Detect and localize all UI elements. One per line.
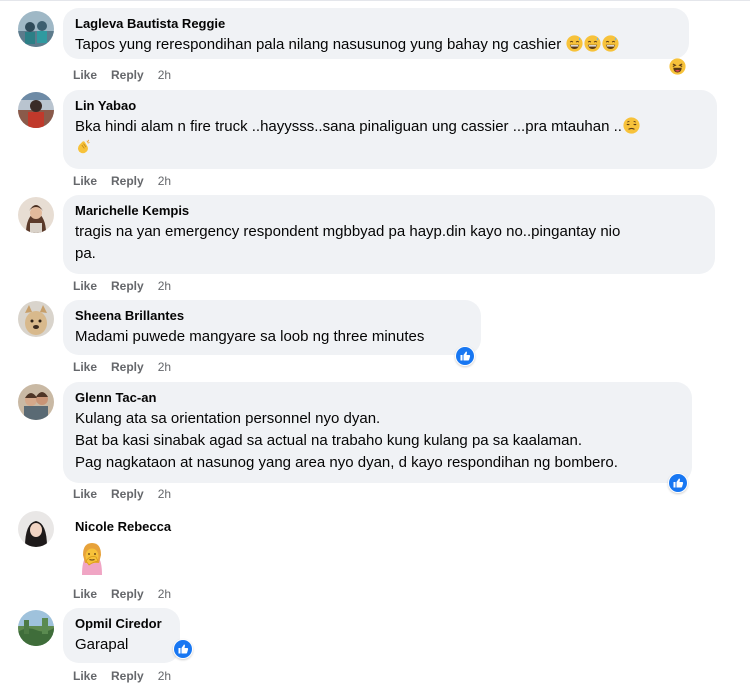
face-palm-emoji	[75, 541, 109, 575]
comment-text: tragis na yan emergency respondent mgbby…	[75, 223, 621, 262]
grinning-sweat-emoji	[566, 35, 583, 52]
comment-bubble: Marichelle Kempis tragis na yan emergenc…	[63, 195, 715, 274]
comment-text: Bka hindi alam n fire truck ..hayysss..s…	[75, 116, 705, 160]
comment-bubble: Glenn Tac-an Kulang ata sa orientation p…	[63, 382, 692, 483]
like-button[interactable]: Like	[73, 487, 97, 501]
comment-author[interactable]: Sheena Brillantes	[75, 307, 469, 324]
comment-actions: Like Reply 2h	[73, 486, 171, 502]
comment-author[interactable]: Lagleva Bautista Reggie	[75, 15, 677, 32]
comment-header: Nicole Rebecca	[75, 518, 171, 575]
comment-author[interactable]: Nicole Rebecca	[75, 518, 171, 535]
comment-text: Kulang ata sa orientation personnel nyo …	[75, 410, 618, 471]
comment-text: Tapos yung rerespondihan pala nilang nas…	[75, 34, 677, 56]
comment-actions: Like Reply 2h	[73, 359, 171, 375]
downcast-face-emoji	[623, 117, 640, 134]
comment-author[interactable]: Marichelle Kempis	[75, 202, 703, 219]
comment-bubble: Opmil Ciredor Garapal	[63, 608, 180, 663]
comment-author[interactable]: Lin Yabao	[75, 97, 705, 114]
comment-bubble: Lin Yabao Bka hindi alam n fire truck ..…	[63, 90, 717, 169]
like-button[interactable]: Like	[73, 174, 97, 188]
like-reaction-icon[interactable]	[668, 473, 688, 493]
comment-timestamp[interactable]: 2h	[158, 487, 171, 501]
like-button[interactable]: Like	[73, 68, 97, 82]
avatar[interactable]	[18, 301, 54, 337]
like-button[interactable]: Like	[73, 279, 97, 293]
comment-text: Garapal	[75, 636, 129, 653]
laughing-emoji	[669, 58, 686, 75]
avatar[interactable]	[18, 197, 54, 233]
comment-actions: Like Reply 2h	[73, 278, 171, 294]
like-reaction-icon[interactable]	[173, 639, 193, 659]
comment-text: Madami puwede mangyare sa loob ng three …	[75, 328, 425, 345]
like-button[interactable]: Like	[73, 587, 97, 601]
comment-timestamp[interactable]: 2h	[158, 360, 171, 374]
avatar[interactable]	[18, 610, 54, 646]
comment-text-content: Tapos yung rerespondihan pala nilang nas…	[75, 36, 562, 53]
comment-timestamp[interactable]: 2h	[158, 279, 171, 293]
comment-actions: Like Reply 2h	[73, 173, 171, 189]
like-button[interactable]: Like	[73, 360, 97, 374]
comment-actions: Like Reply 2h	[73, 586, 171, 602]
avatar[interactable]	[18, 92, 54, 128]
reply-button[interactable]: Reply	[111, 279, 144, 293]
comments-section: Lagleva Bautista Reggie Tapos yung reres…	[0, 0, 750, 686]
grinning-sweat-emoji	[584, 35, 601, 52]
comment-timestamp[interactable]: 2h	[158, 669, 171, 683]
comment-actions: Like Reply 2h	[73, 67, 171, 83]
reply-button[interactable]: Reply	[111, 587, 144, 601]
reply-button[interactable]: Reply	[111, 360, 144, 374]
comment-author[interactable]: Glenn Tac-an	[75, 389, 680, 406]
avatar[interactable]	[18, 11, 54, 47]
like-reaction-icon[interactable]	[455, 346, 475, 366]
comment-actions: Like Reply 2h	[73, 668, 171, 684]
comment-timestamp[interactable]: 2h	[158, 174, 171, 188]
reply-button[interactable]: Reply	[111, 487, 144, 501]
reply-button[interactable]: Reply	[111, 669, 144, 683]
avatar[interactable]	[18, 511, 54, 547]
comment-author[interactable]: Opmil Ciredor	[75, 615, 168, 632]
comment-text-content: Bka hindi alam n fire truck ..hayysss..s…	[75, 118, 622, 135]
comment-bubble: Sheena Brillantes Madami puwede mangyare…	[63, 300, 481, 355]
like-button[interactable]: Like	[73, 669, 97, 683]
comment-bubble: Lagleva Bautista Reggie Tapos yung reres…	[63, 8, 689, 59]
reply-button[interactable]: Reply	[111, 174, 144, 188]
reply-button[interactable]: Reply	[111, 68, 144, 82]
clapping-hands-emoji	[75, 139, 92, 156]
comment-timestamp[interactable]: 2h	[158, 587, 171, 601]
comment-timestamp[interactable]: 2h	[158, 68, 171, 82]
grinning-sweat-emoji	[602, 35, 619, 52]
avatar[interactable]	[18, 384, 54, 420]
